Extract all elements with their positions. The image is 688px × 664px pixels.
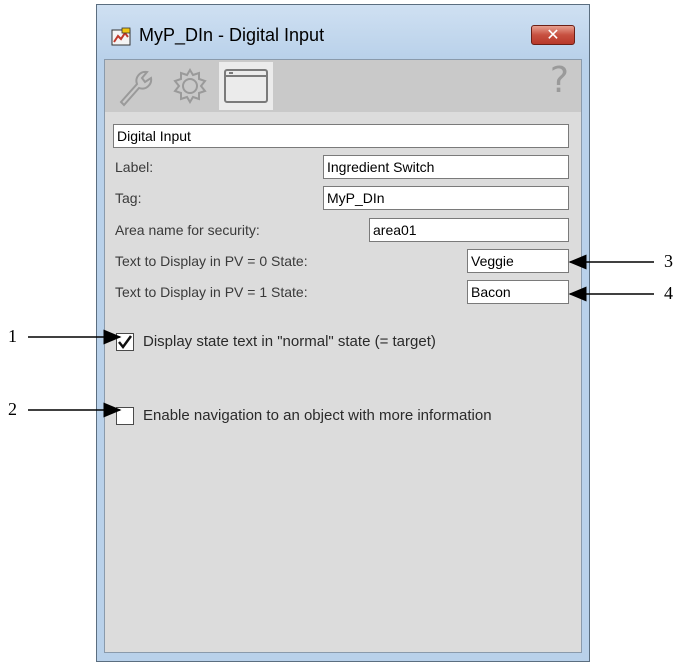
- callout-arrows: [28, 254, 654, 418]
- callout-3: 3: [664, 251, 673, 271]
- callout-1: 1: [8, 326, 17, 346]
- callout-2: 2: [8, 399, 17, 419]
- callout-4: 4: [664, 283, 673, 303]
